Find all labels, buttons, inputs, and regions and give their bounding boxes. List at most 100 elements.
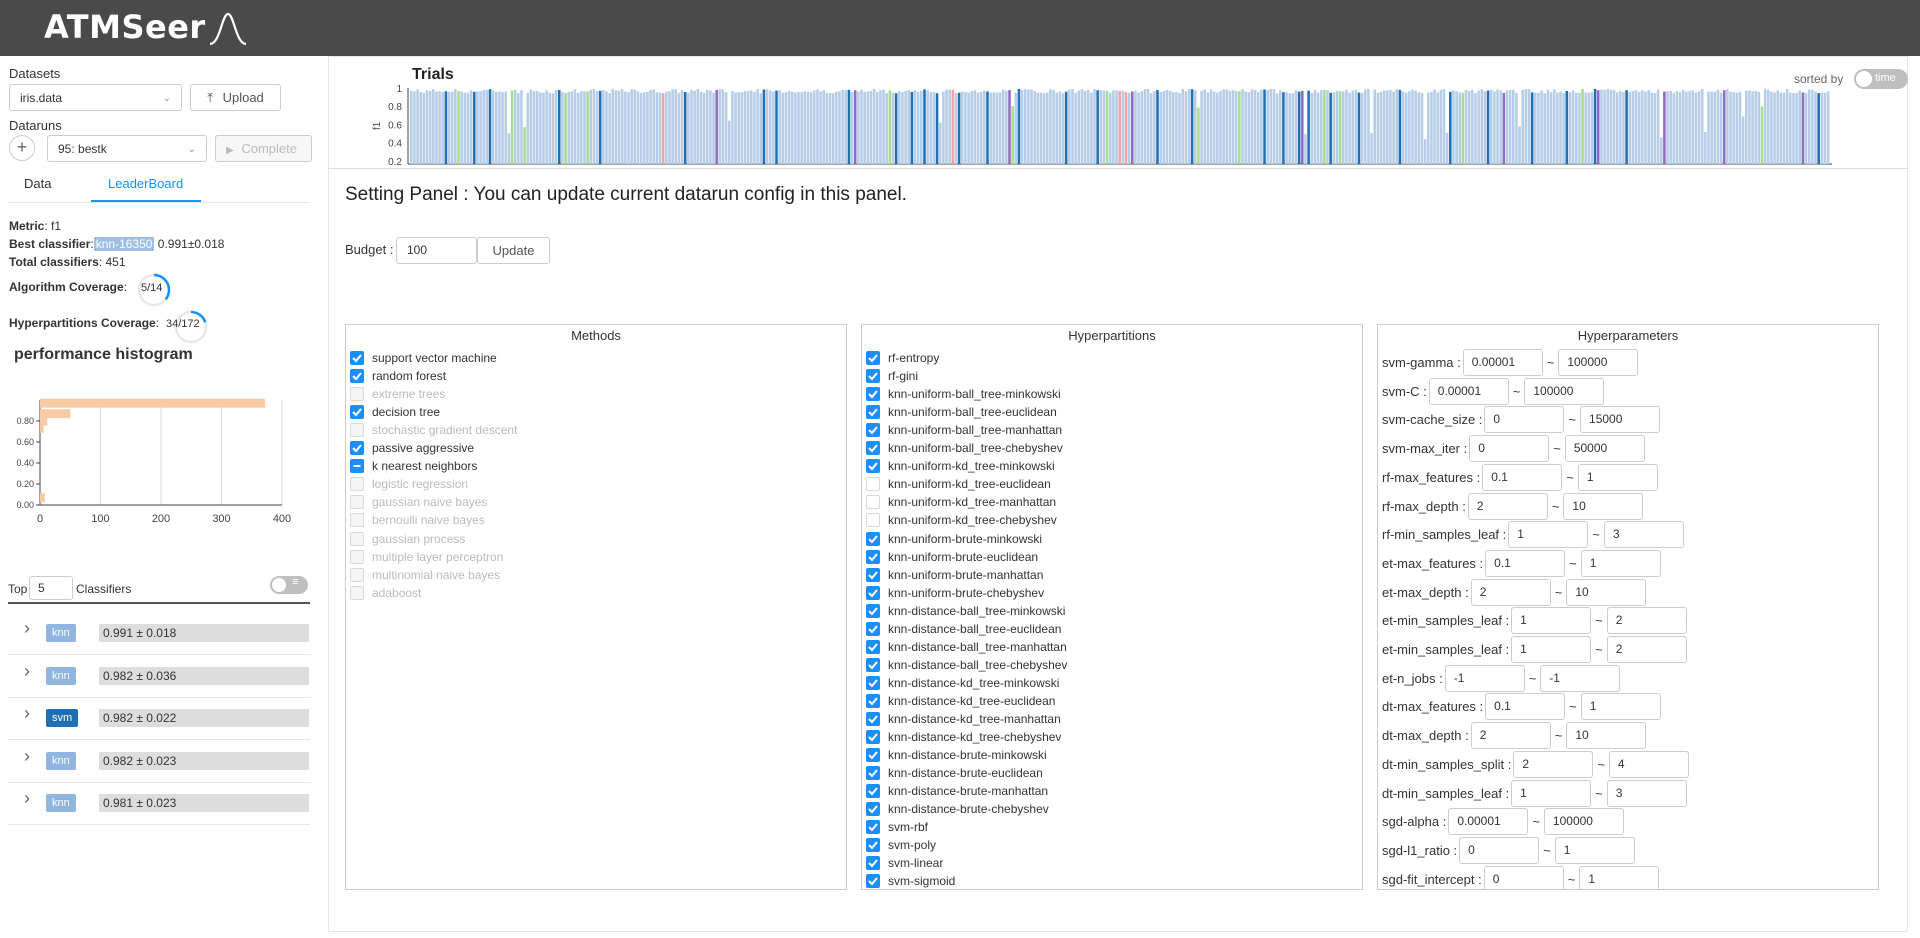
hyperparameter-min-input[interactable]: 0 bbox=[1459, 836, 1540, 864]
trial-bar[interactable] bbox=[1609, 89, 1613, 164]
trial-bar[interactable] bbox=[1685, 91, 1688, 164]
trial-bar[interactable] bbox=[1033, 91, 1036, 164]
trial-bar[interactable] bbox=[1628, 91, 1632, 164]
trial-bar[interactable] bbox=[976, 92, 980, 164]
trial-bar[interactable] bbox=[860, 89, 863, 164]
trial-bar[interactable] bbox=[1165, 89, 1169, 164]
trial-bar[interactable] bbox=[1754, 90, 1757, 164]
trial-bar[interactable] bbox=[734, 92, 737, 164]
trial-bar[interactable] bbox=[992, 92, 996, 164]
trial-bar[interactable] bbox=[1193, 90, 1197, 164]
trial-bar[interactable] bbox=[1272, 89, 1276, 164]
trial-bar[interactable] bbox=[1090, 92, 1093, 164]
checkbox[interactable] bbox=[866, 856, 880, 871]
trial-bar[interactable] bbox=[573, 89, 577, 164]
trial-bar[interactable] bbox=[705, 89, 709, 164]
trial-bar[interactable] bbox=[589, 89, 593, 164]
trial-bar[interactable] bbox=[1052, 89, 1055, 164]
trial-bar[interactable] bbox=[561, 91, 564, 164]
trial-bar[interactable] bbox=[441, 92, 445, 164]
trial-bar[interactable] bbox=[1162, 91, 1166, 164]
sort-toggle[interactable]: time bbox=[1854, 69, 1908, 89]
trial-bar[interactable] bbox=[690, 89, 693, 164]
upload-button[interactable]: ⤒ Upload bbox=[190, 84, 281, 111]
trial-bar[interactable] bbox=[1184, 91, 1188, 164]
trial-bar[interactable] bbox=[1411, 89, 1414, 164]
checkbox[interactable] bbox=[866, 730, 880, 745]
trial-bar[interactable] bbox=[1445, 132, 1449, 164]
checkbox[interactable] bbox=[866, 639, 880, 654]
trial-bar[interactable] bbox=[488, 89, 492, 164]
trial-bar[interactable] bbox=[1543, 93, 1547, 164]
trial-bar[interactable] bbox=[1776, 90, 1780, 164]
trial-bar[interactable] bbox=[790, 91, 794, 164]
trial-bar[interactable] bbox=[1700, 88, 1704, 164]
trial-bar[interactable] bbox=[721, 89, 725, 164]
trial-bar[interactable] bbox=[1105, 90, 1109, 164]
hyperparameter-max-input[interactable]: 2 bbox=[1606, 636, 1687, 663]
trial-bar[interactable] bbox=[551, 93, 555, 164]
chevron-right-icon[interactable]: › bbox=[24, 746, 30, 767]
trial-bar[interactable] bbox=[1370, 133, 1373, 164]
trial-bar[interactable] bbox=[863, 91, 866, 164]
trial-bar[interactable] bbox=[658, 92, 662, 164]
dataset-select[interactable]: iris.data ⌄ bbox=[9, 84, 182, 111]
trial-bar[interactable] bbox=[466, 92, 470, 164]
trial-bar[interactable] bbox=[1666, 91, 1669, 164]
trial-bar[interactable] bbox=[1313, 89, 1317, 164]
trial-bar[interactable] bbox=[539, 92, 542, 164]
trial-bar[interactable] bbox=[1417, 92, 1421, 164]
trial-bar[interactable] bbox=[1112, 90, 1115, 164]
hyperparameter-min-input[interactable]: 0.00001 bbox=[1448, 808, 1529, 836]
trial-bar[interactable] bbox=[476, 91, 479, 164]
trial-bar[interactable] bbox=[1310, 93, 1314, 164]
trial-bar[interactable] bbox=[620, 89, 624, 164]
trial-bar[interactable] bbox=[1108, 92, 1112, 164]
trial-bar[interactable] bbox=[1530, 92, 1534, 164]
trial-bar[interactable] bbox=[1584, 92, 1587, 164]
trial-bar[interactable] bbox=[1789, 92, 1792, 164]
trial-bar[interactable] bbox=[1241, 89, 1244, 164]
hyperparameter-min-input[interactable]: 2 bbox=[1470, 722, 1551, 750]
trial-bar[interactable] bbox=[1578, 92, 1581, 164]
checkbox[interactable] bbox=[350, 567, 364, 582]
checkbox[interactable] bbox=[866, 477, 880, 492]
trial-bar[interactable] bbox=[479, 91, 482, 164]
checkbox[interactable] bbox=[350, 387, 364, 402]
trial-bar[interactable] bbox=[1392, 91, 1395, 164]
trial-bar[interactable] bbox=[504, 91, 508, 164]
trial-bar[interactable] bbox=[1820, 92, 1824, 164]
trial-bar[interactable] bbox=[1729, 91, 1732, 164]
trial-bar[interactable] bbox=[1420, 93, 1424, 164]
top-count-input[interactable]: 5 bbox=[29, 576, 73, 600]
classifier-row[interactable]: › knn 0.991 ± 0.018 bbox=[8, 612, 310, 655]
trial-bar[interactable] bbox=[520, 90, 523, 164]
trial-bar[interactable] bbox=[1452, 90, 1455, 164]
trial-bar[interactable] bbox=[639, 92, 643, 164]
trial-bar[interactable] bbox=[1508, 90, 1512, 164]
hyperparameter-min-input[interactable]: 2 bbox=[1470, 578, 1551, 606]
trial-bar[interactable] bbox=[1168, 90, 1172, 164]
trial-bar[interactable] bbox=[756, 89, 759, 164]
trial-bar[interactable] bbox=[1568, 92, 1572, 164]
trial-bar[interactable] bbox=[1030, 89, 1033, 164]
trial-bar[interactable] bbox=[1719, 92, 1723, 164]
checkbox[interactable] bbox=[350, 531, 364, 546]
trial-bar[interactable] bbox=[699, 91, 703, 164]
trial-bar[interactable] bbox=[797, 91, 800, 164]
trial-bar[interactable] bbox=[781, 92, 785, 164]
trial-bar[interactable] bbox=[932, 91, 936, 164]
trial-bar[interactable] bbox=[1770, 91, 1773, 164]
trial-bar[interactable] bbox=[1653, 93, 1657, 164]
trial-bar[interactable] bbox=[743, 91, 747, 164]
hyperparameter-max-input[interactable]: 1 bbox=[1554, 836, 1635, 864]
trial-bar[interactable] bbox=[709, 90, 712, 164]
trial-bar[interactable] bbox=[1197, 107, 1200, 164]
trial-bar[interactable] bbox=[1181, 89, 1184, 164]
hyperparameter-min-input[interactable]: 0.1 bbox=[1485, 693, 1566, 721]
trial-bar[interactable] bbox=[1042, 93, 1046, 164]
trial-bar[interactable] bbox=[1704, 131, 1707, 164]
trial-bar[interactable] bbox=[696, 89, 700, 164]
trial-bar[interactable] bbox=[580, 91, 583, 164]
checkbox[interactable] bbox=[866, 369, 880, 384]
